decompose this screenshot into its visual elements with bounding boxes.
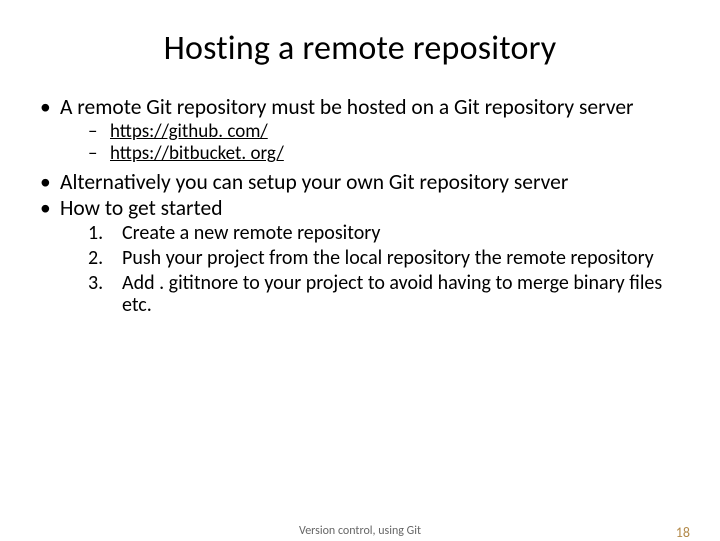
github-link[interactable]: https://github. com/	[110, 120, 268, 143]
page-number: 18	[676, 524, 690, 541]
slide-content: A remote Git repository must be hosted o…	[36, 95, 684, 317]
bullet-text: How to get started	[60, 195, 223, 221]
numbered-text: Push your project from the local reposit…	[122, 246, 654, 270]
numbered-text: Create a new remote repository	[122, 221, 380, 245]
slide: Hosting a remote repository A remote Git…	[0, 0, 720, 540]
bullet-item: A remote Git repository must be hosted o…	[36, 95, 684, 166]
numbered-item: Create a new remote repository	[60, 222, 684, 245]
bullet-list-level2: https://github. com/ https://bitbucket. …	[60, 121, 684, 166]
bitbucket-link[interactable]: https://bitbucket. org/	[110, 142, 284, 165]
bullet-text: Alternatively you can setup your own Git…	[60, 169, 568, 195]
footer-center-text: Version control, using Git	[0, 524, 720, 538]
numbered-list: Create a new remote repository Push your…	[60, 222, 684, 317]
numbered-item: Push your project from the local reposit…	[60, 247, 684, 270]
bullet-item: How to get started Create a new remote r…	[36, 196, 684, 317]
bullet-item: Alternatively you can setup your own Git…	[36, 170, 684, 194]
sub-bullet-item: https://github. com/	[60, 121, 684, 143]
bullet-list-level1: A remote Git repository must be hosted o…	[36, 95, 684, 317]
bullet-text: A remote Git repository must be hosted o…	[60, 94, 634, 120]
slide-title: Hosting a remote repository	[36, 28, 684, 69]
numbered-text: Add . gititnore to your project to avoid…	[122, 271, 662, 318]
sub-bullet-item: https://bitbucket. org/	[60, 143, 684, 165]
numbered-item: Add . gititnore to your project to avoid…	[60, 272, 684, 318]
